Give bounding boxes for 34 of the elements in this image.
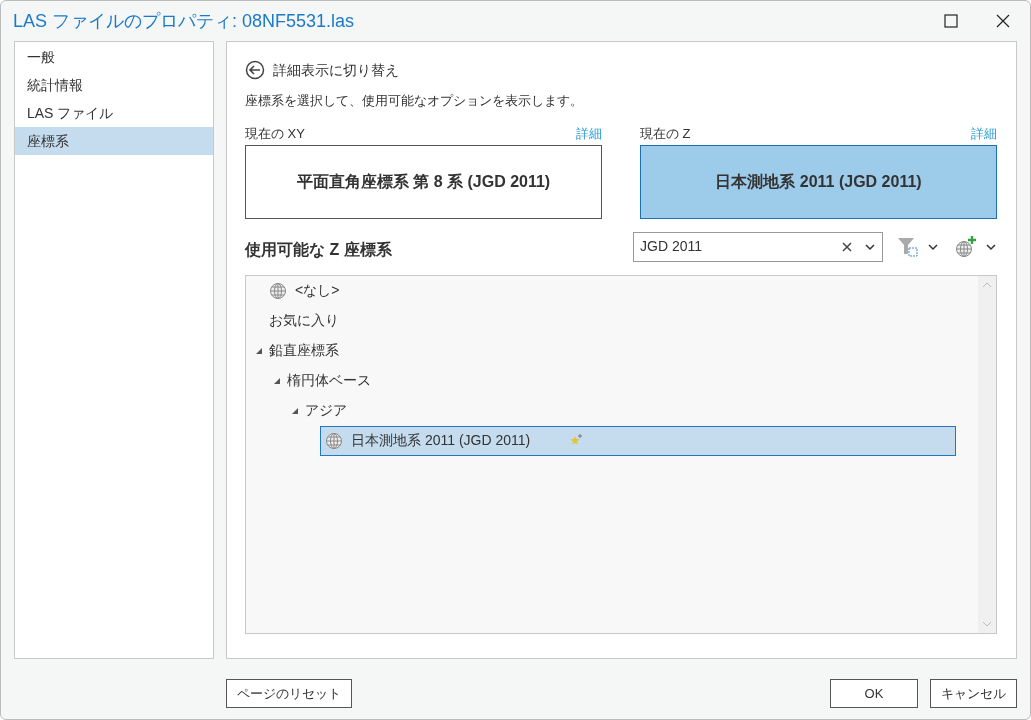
globe-add-icon (955, 235, 977, 258)
instruction-text: 座標系を選択して、使用可能なオプションを表示します。 (245, 92, 584, 110)
ok-button[interactable]: OK (830, 679, 918, 708)
tree-item[interactable]: お気に入り (266, 305, 348, 336)
tree-item[interactable]: アジア (302, 395, 356, 426)
chevron-down-icon[interactable] (985, 242, 997, 251)
maximize-icon[interactable] (944, 14, 958, 28)
sidebar-item[interactable]: 統計情報 (15, 71, 213, 99)
expanded-triangle-icon[interactable] (291, 406, 299, 415)
cancel-button[interactable]: キャンセル (930, 679, 1017, 708)
expanded-triangle-icon[interactable] (273, 376, 281, 385)
globe-icon (269, 281, 287, 300)
sidebar-item[interactable]: 一般 (15, 43, 213, 71)
chevron-down-icon[interactable] (864, 242, 876, 251)
tree-item[interactable]: 楕円体ベース (284, 365, 380, 396)
close-icon[interactable] (996, 14, 1010, 28)
search-field[interactable]: JGD 2011 (633, 231, 883, 262)
sidebar-item[interactable]: 座標系 (15, 127, 213, 155)
chevron-down-icon[interactable] (927, 242, 939, 251)
tree-item[interactable]: <なし> (266, 275, 349, 306)
current-label: 現在の Z (640, 124, 691, 143)
tree-item[interactable]: 日本測地系 2011 (JGD 2011) (320, 425, 956, 456)
tree-item[interactable]: 鉛直座標系 (266, 335, 348, 366)
toggle-detail-link[interactable]: 詳細表示に切り替え (273, 59, 399, 81)
globe-icon (325, 431, 343, 450)
clear-icon[interactable] (842, 241, 852, 252)
window-title: LAS ファイルのプロパティ: 08NF5531.las (13, 9, 356, 33)
section-heading: 使用可能な Z 座標系 (245, 239, 393, 261)
current-label: 現在の XY (245, 124, 305, 143)
current-system-card[interactable]: 平面直角座標系 第 8 系 (JGD 2011) (245, 144, 602, 219)
sidebar-item[interactable]: LAS ファイル (15, 99, 213, 127)
reset-page-button[interactable]: ページのリセット (226, 679, 352, 708)
current-system-card[interactable]: 日本測地系 2011 (JGD 2011) (640, 144, 997, 219)
expanded-triangle-icon[interactable] (255, 346, 263, 355)
